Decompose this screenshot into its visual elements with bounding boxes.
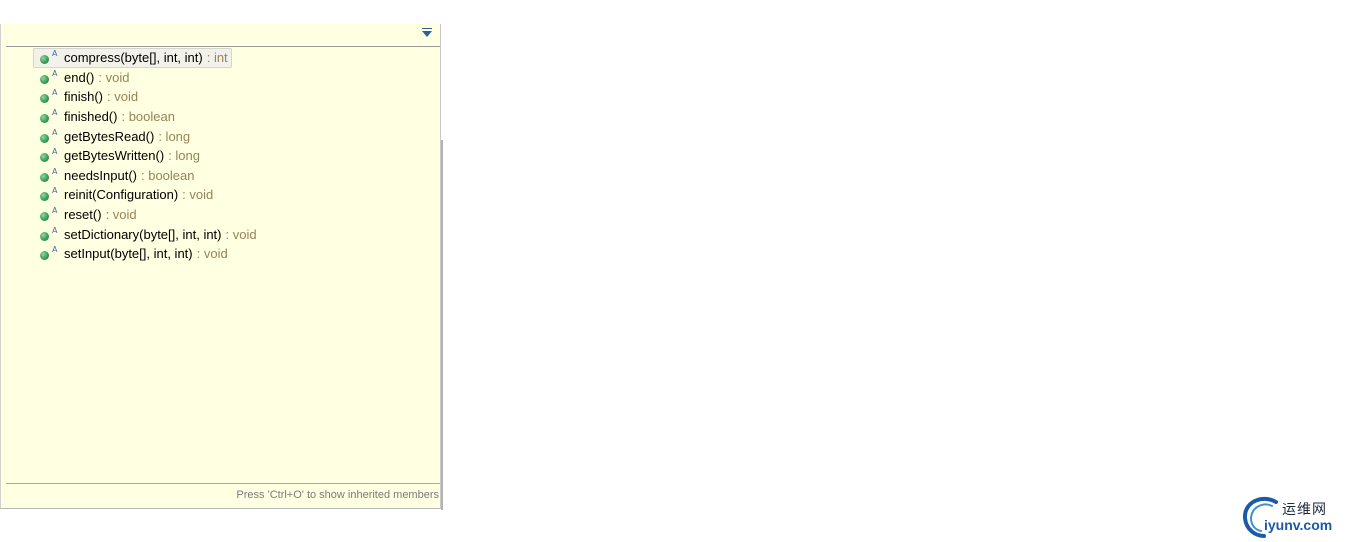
method-tree: A compress(byte[], int, int) : int A end… <box>33 47 438 264</box>
method-return-type: : void <box>98 69 130 85</box>
abstract-marker: A <box>52 245 58 255</box>
tree-item[interactable]: A setDictionary(byte[], int, int) : void <box>34 224 438 244</box>
method-signature: end() <box>64 69 95 85</box>
tree-item[interactable]: A reinit(Configuration) : void <box>34 185 438 205</box>
abstract-marker: A <box>52 225 58 235</box>
method-signature: setDictionary(byte[], int, int) <box>64 226 222 242</box>
public-method-icon <box>40 114 49 124</box>
public-method-icon <box>40 251 49 261</box>
tree-item-content: A end() : void <box>34 68 132 86</box>
tree-item-content: A setDictionary(byte[], int, int) : void <box>34 225 260 243</box>
abstract-marker: A <box>52 68 58 78</box>
abstract-marker: A <box>52 127 58 137</box>
public-method-icon <box>40 74 49 84</box>
method-signature: reset() <box>64 207 102 223</box>
chevron-down-icon[interactable] <box>422 28 432 37</box>
method-signature: setInput(byte[], int, int) <box>64 246 193 262</box>
abstract-marker: A <box>52 147 58 157</box>
method-signature: finish() <box>64 89 104 105</box>
popup-shadow-edge <box>441 140 443 510</box>
public-method-icon <box>40 94 49 104</box>
abstract-marker: A <box>52 88 58 98</box>
status-text: Press 'Ctrl+O' to show inherited members <box>236 489 439 501</box>
tree-item-content: A reset() : void <box>34 206 140 224</box>
method-return-type: : int <box>206 50 228 66</box>
method-signature: needsInput() <box>64 167 137 183</box>
method-return-type: : boolean <box>141 167 195 183</box>
tree-item[interactable]: A getBytesWritten() : long <box>34 146 438 166</box>
screen: A compress(byte[], int, int) : int A end… <box>0 0 1345 542</box>
tree-item-content: A finish() : void <box>34 88 141 106</box>
tree-item-content: A setInput(byte[], int, int) : void <box>34 245 231 263</box>
tree-item[interactable]: A finish() : void <box>34 87 438 107</box>
tree-item[interactable]: A getBytesRead() : long <box>34 126 438 146</box>
abstract-marker: A <box>52 206 58 216</box>
method-signature: compress(byte[], int, int) <box>64 50 203 66</box>
method-signature: getBytesRead() <box>64 128 155 144</box>
tree-item[interactable]: A end() : void <box>34 68 438 88</box>
abstract-marker: A <box>52 108 58 118</box>
status-bar: Press 'Ctrl+O' to show inherited members <box>6 483 440 508</box>
tree-item[interactable]: A needsInput() : boolean <box>34 166 438 186</box>
public-method-icon <box>40 55 49 65</box>
tree-item-content: A compress(byte[], int, int) : int <box>33 47 232 68</box>
method-return-type: : void <box>225 226 257 242</box>
filter-row <box>6 24 440 47</box>
abstract-marker: A <box>52 166 58 176</box>
tree-item[interactable]: A finished() : boolean <box>34 107 438 127</box>
public-method-icon <box>40 172 49 182</box>
public-method-icon <box>40 133 49 143</box>
watermark-logo: 运维网 iyunv.com <box>1242 496 1342 538</box>
method-return-type: : long <box>168 148 200 164</box>
watermark-chinese-text: 运维网 <box>1282 502 1327 518</box>
tree-item[interactable]: A reset() : void <box>34 205 438 225</box>
public-method-icon <box>40 212 49 222</box>
public-method-icon <box>40 231 49 241</box>
abstract-marker: A <box>52 186 58 196</box>
method-signature: getBytesWritten() <box>64 148 165 164</box>
method-return-type: : void <box>105 207 137 223</box>
method-return-type: : void <box>182 187 214 203</box>
tree-item[interactable]: A setInput(byte[], int, int) : void <box>34 244 438 264</box>
method-return-type: : void <box>107 89 139 105</box>
filter-input[interactable] <box>6 24 414 45</box>
abstract-marker: A <box>52 49 58 59</box>
method-return-type: : void <box>196 246 228 262</box>
quick-outline-popup: A compress(byte[], int, int) : int A end… <box>0 24 441 509</box>
method-signature: reinit(Configuration) <box>64 187 179 203</box>
method-return-type: : long <box>158 128 191 144</box>
public-method-icon <box>40 192 49 202</box>
watermark-domain-text: iyunv.com <box>1264 517 1333 533</box>
public-method-icon <box>40 153 49 163</box>
method-signature: finished() <box>64 109 118 125</box>
tree-item[interactable]: A compress(byte[], int, int) : int <box>33 47 438 68</box>
method-return-type: : boolean <box>121 109 175 125</box>
